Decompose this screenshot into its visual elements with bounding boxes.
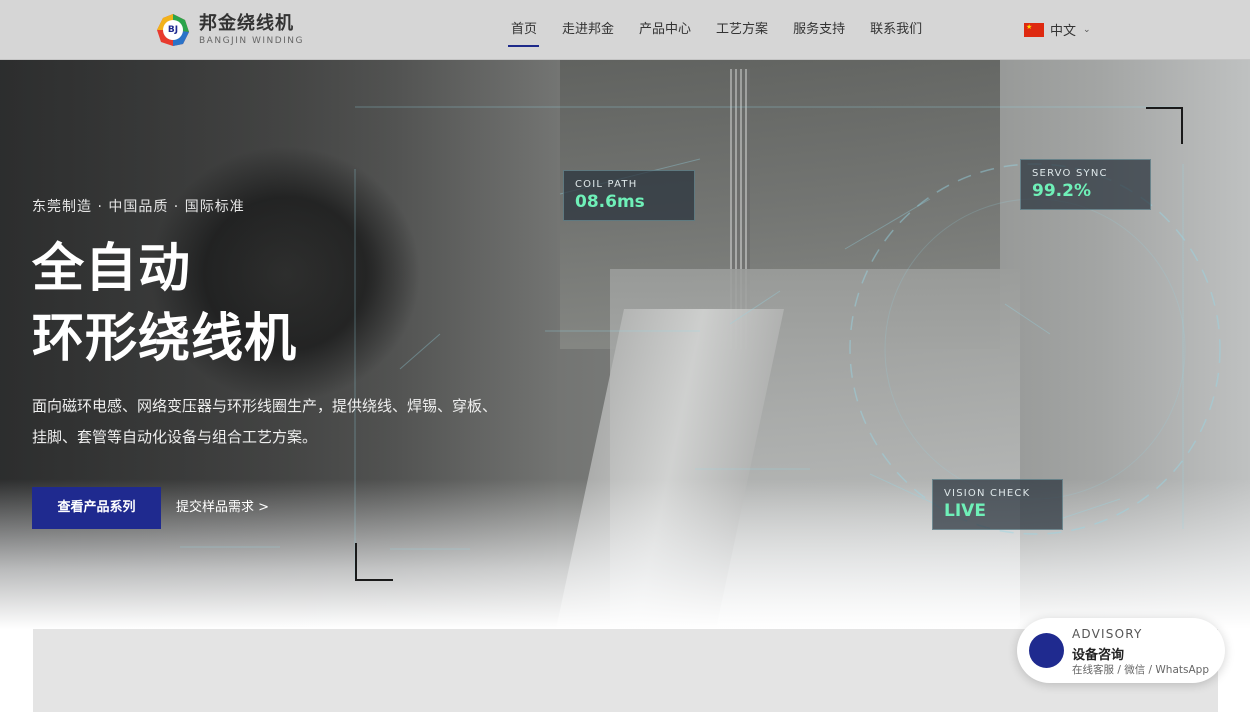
hud-value: 08.6ms <box>575 192 645 212</box>
site-header: BJ 邦金绕线机 BANGJIN WINDING 首页 走进邦金 产品中心 工艺… <box>0 0 1250 60</box>
hero-title: 全自动 环形绕线机 <box>32 234 297 374</box>
logo-tagline: BANGJIN WINDING <box>199 36 305 46</box>
china-flag-icon <box>1024 22 1044 37</box>
nav-item-about[interactable]: 走进邦金 <box>549 0 626 59</box>
hud-label: VISION CHECK <box>944 488 1031 499</box>
nav-item-products[interactable]: 产品中心 <box>626 0 703 59</box>
submit-sample-link[interactable]: 提交样品需求 > <box>176 487 269 529</box>
hero-description: 面向磁环电感、网络变压器与环形线圈生产，提供绕线、焊锡、穿板、挂脚、套管等自动化… <box>32 397 498 446</box>
advisory-chat-icon <box>1029 633 1064 668</box>
logo-badge-text: BJ <box>167 25 179 35</box>
logo-mark-icon: BJ <box>155 12 191 48</box>
hud-coil-path: COIL PATH 08.6ms <box>563 170 695 221</box>
hero-title-line-1: 全自动 <box>32 239 192 299</box>
language-label: 中文 <box>1050 24 1077 39</box>
view-products-button[interactable]: 查看产品系列 <box>32 487 161 529</box>
hud-vision-check: VISION CHECK LIVE <box>932 479 1063 530</box>
advisory-widget[interactable]: ADVISORY 设备咨询 在线客服 / 微信 / WhatsApp <box>1017 618 1225 683</box>
advisory-eyebrow: ADVISORY <box>1072 627 1143 641</box>
logo[interactable]: BJ 邦金绕线机 BANGJIN WINDING <box>155 10 304 50</box>
nav-item-contact[interactable]: 联系我们 <box>857 0 934 59</box>
hud-label: COIL PATH <box>575 179 638 190</box>
main-nav: 首页 走进邦金 产品中心 工艺方案 服务支持 联系我们 <box>498 0 934 59</box>
advisory-subtitle: 在线客服 / 微信 / WhatsApp <box>1072 664 1209 676</box>
nav-item-home[interactable]: 首页 <box>498 0 549 59</box>
advisory-title: 设备咨询 <box>1072 648 1125 663</box>
hud-value: LIVE <box>944 501 986 521</box>
logo-name: 邦金绕线机 <box>199 13 294 34</box>
hud-label: SERVO SYNC <box>1032 168 1108 179</box>
hud-servo-sync: SERVO SYNC 99.2% <box>1020 159 1151 210</box>
nav-item-support[interactable]: 服务支持 <box>780 0 857 59</box>
hero-tagline: 东莞制造 · 中国品质 · 国际标准 <box>32 199 245 215</box>
hero-title-line-2: 环形绕线机 <box>32 309 298 369</box>
chevron-down-icon: ⌄ <box>1083 24 1091 35</box>
hero-banner: 东莞制造 · 中国品质 · 国际标准 全自动 环形绕线机 面向磁环电感、网络变压… <box>0 59 1250 629</box>
language-selector[interactable]: 中文 ⌄ <box>1024 0 1091 59</box>
hud-value: 99.2% <box>1032 181 1091 201</box>
nav-item-solutions[interactable]: 工艺方案 <box>703 0 780 59</box>
